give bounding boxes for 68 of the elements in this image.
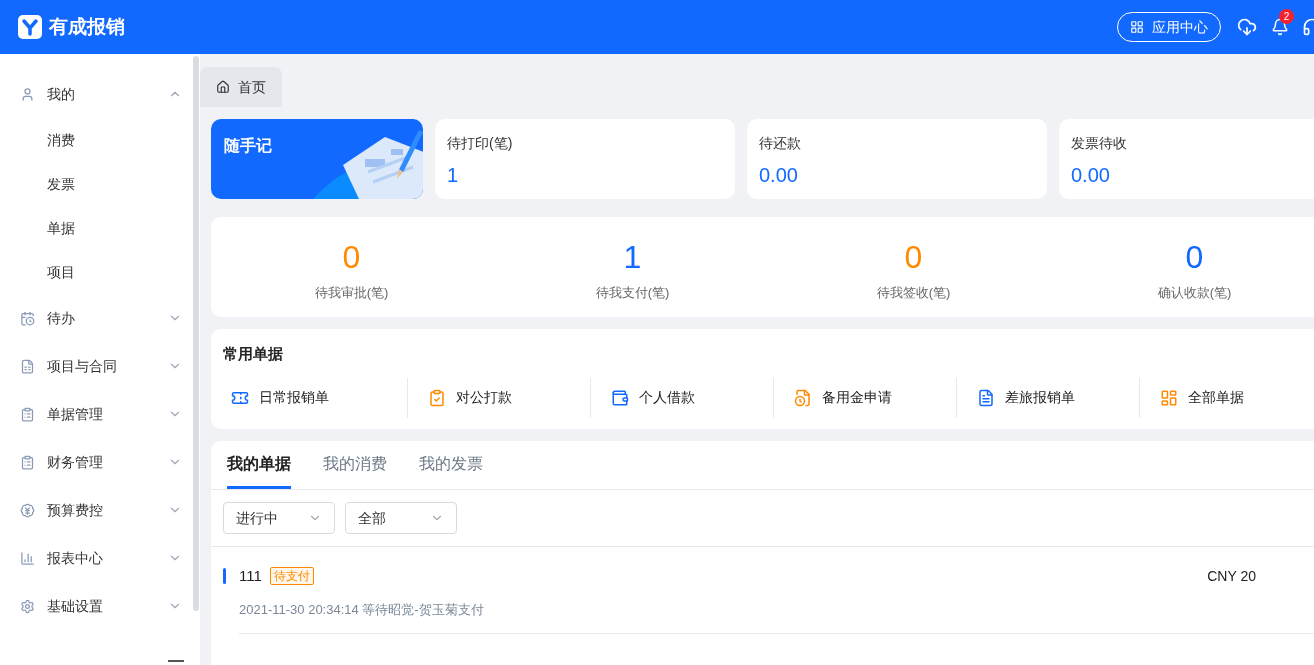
- app-title: 有成报销: [49, 14, 125, 39]
- sidebar-item[interactable]: 报表中心: [0, 534, 200, 582]
- stat-label: 待我签收(笔): [876, 284, 951, 302]
- doc-shortcut[interactable]: 差旅报销单: [957, 377, 1139, 418]
- quick-note-title: 随手记: [224, 136, 272, 156]
- doc-shortcut[interactable]: 个人借款: [591, 377, 773, 418]
- grid-icon: [1160, 388, 1178, 407]
- wallet-icon: [611, 388, 629, 407]
- sidebar-item[interactable]: 待办: [0, 294, 200, 342]
- stat-label: 确认收款(笔): [1157, 284, 1232, 302]
- stat-value[interactable]: 0: [1185, 239, 1204, 275]
- yen-icon: [20, 502, 35, 518]
- summary-label: 待还款: [759, 134, 802, 153]
- scrollbar[interactable]: [193, 56, 199, 611]
- sidebar-item[interactable]: 项目与合同: [0, 342, 200, 390]
- logo-icon: [18, 15, 42, 39]
- stat-label: 待我支付(笔): [595, 284, 670, 302]
- sidebar-subitem[interactable]: 单据: [0, 206, 200, 250]
- docs-tab[interactable]: 我的消费: [323, 441, 387, 489]
- stat-label: 待我审批(笔): [314, 284, 389, 302]
- document-icon: [977, 388, 995, 407]
- filter-dropdown[interactable]: 全部: [345, 502, 457, 534]
- section-title: 常用单据: [223, 344, 284, 364]
- doc-shortcut[interactable]: 对公打款: [408, 377, 590, 418]
- page-tab[interactable]: 首页: [200, 67, 282, 107]
- stat-value[interactable]: 1: [623, 239, 642, 275]
- summary-card[interactable]: 发票待收 0.00: [1059, 119, 1314, 199]
- sidebar-item[interactable]: 财务管理: [0, 438, 200, 486]
- summary-value: 1: [447, 163, 460, 188]
- record-info: 2021-11-30 20:34:14 等待昭觉-贺玉菊支付: [239, 599, 1314, 634]
- summary-label: 发票待收: [1071, 134, 1128, 153]
- record-amount: CNY 20: [1207, 566, 1256, 586]
- doc-shortcut[interactable]: 备用金申请: [774, 377, 956, 418]
- sidebar-item[interactable]: 我的: [0, 70, 200, 118]
- record-marker: [223, 568, 226, 585]
- sidebar-subitem[interactable]: 消费: [0, 118, 200, 162]
- home-icon: [216, 80, 230, 94]
- docs-tab[interactable]: 我的发票: [419, 441, 483, 489]
- cloud-download-icon[interactable]: [1237, 17, 1257, 37]
- docs-tab[interactable]: 我的单据: [227, 441, 291, 489]
- summary-value: 0.00: [1071, 163, 1111, 188]
- notification-icon[interactable]: [1271, 18, 1289, 36]
- sidebar-item[interactable]: 单据管理: [0, 390, 200, 438]
- sidebar-subitem[interactable]: 发票: [0, 162, 200, 206]
- clipboard-icon: [20, 454, 35, 470]
- summary-value: 0.00: [759, 163, 799, 188]
- document-clock-icon: [794, 388, 812, 407]
- sidebar-item[interactable]: 预算费控: [0, 486, 200, 534]
- doc-shortcut[interactable]: 日常报销单: [223, 377, 407, 418]
- sidebar-item[interactable]: 基础设置: [0, 582, 200, 630]
- grid-icon: [1130, 20, 1144, 34]
- notification-badge: 2: [1279, 9, 1294, 24]
- clipboard-icon: [20, 406, 35, 422]
- clipboard-icon: [428, 388, 446, 407]
- record-number[interactable]: 111: [239, 565, 262, 588]
- user-icon: [20, 86, 35, 102]
- summary-card[interactable]: 待还款 0.00: [747, 119, 1047, 199]
- filter-dropdown[interactable]: 进行中: [223, 502, 335, 534]
- document-icon: [20, 358, 35, 374]
- bar-chart-icon: [20, 550, 35, 566]
- summary-card[interactable]: 待打印(笔) 1: [435, 119, 735, 199]
- sidebar-subitem[interactable]: 项目: [0, 250, 200, 294]
- doc-shortcut[interactable]: 全部单据: [1140, 377, 1314, 418]
- summary-label: 待打印(笔): [447, 134, 514, 153]
- status-tag: 待支付: [269, 567, 314, 586]
- calendar-clock-icon: [20, 310, 35, 326]
- quick-note-card[interactable]: 随手记: [211, 119, 423, 199]
- settings-icon: [20, 598, 35, 614]
